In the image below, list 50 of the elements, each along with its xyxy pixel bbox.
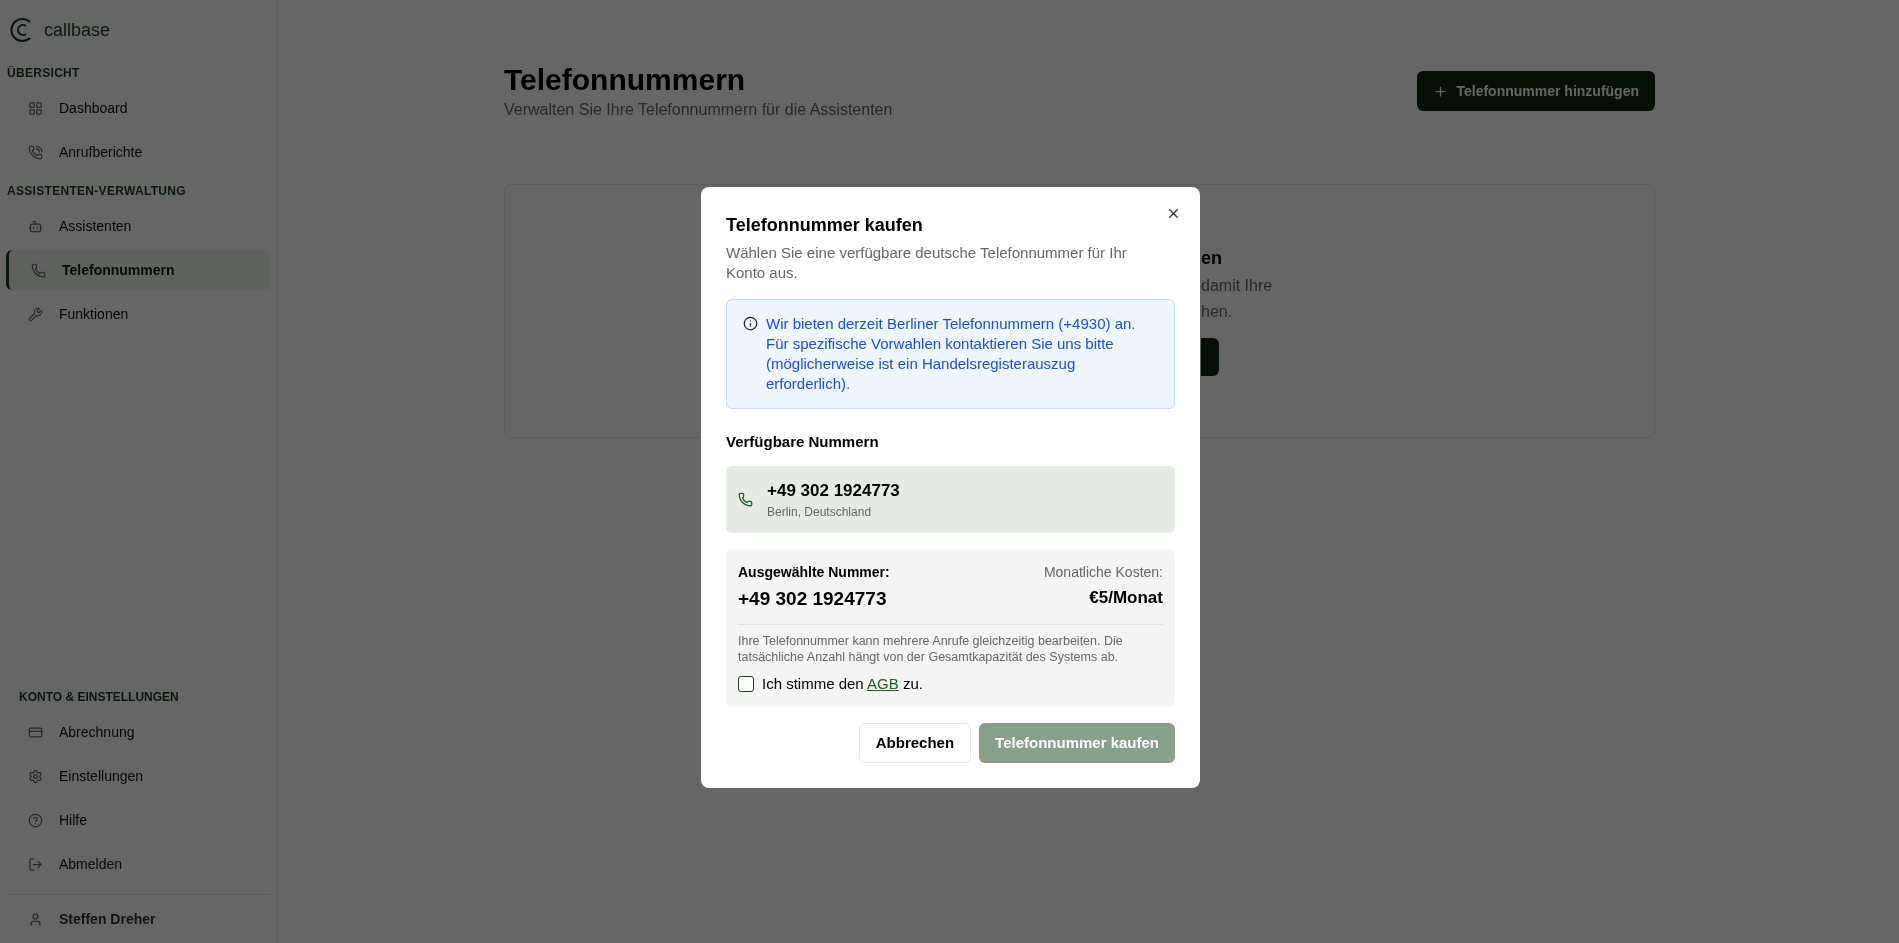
page-subtitle: Verwalten Sie Ihre Telefonnummern für die Assistenten <box>504 100 893 120</box>
sidebar-item[interactable]: Hilfe <box>6 800 271 840</box>
section-heading: ÜBERSICHT <box>6 65 81 82</box>
logout-icon <box>28 856 43 872</box>
settings-icon <box>28 768 43 784</box>
section-label: Verfügbare Nummern <box>726 432 880 452</box>
wrench-icon <box>28 306 43 322</box>
sidebar-item[interactable]: Telefonnummern <box>6 250 271 290</box>
terms-text: Ich stimme den AGB zu. <box>762 673 923 694</box>
logo-text: callbase <box>44 18 111 42</box>
location-text: Berlin, Deutschland <box>767 504 873 521</box>
empty-state-title: en <box>1201 247 1223 270</box>
grid-icon <box>28 100 43 116</box>
sidebar-item[interactable]: Einstellungen <box>6 756 271 796</box>
empty-state-text: damit Ihre <box>1201 276 1274 296</box>
sidebar-item[interactable]: Funktionen <box>6 294 271 334</box>
selected-label: Ausgewählte Nummer: <box>738 563 890 582</box>
phone-number: +49 302 1924773 <box>767 479 900 502</box>
sidebar-item[interactable]: Dashboard <box>6 88 271 128</box>
selected-number: +49 302 1924773 <box>738 587 888 611</box>
phone-icon <box>738 491 753 507</box>
dialog-title: Telefonnummer kaufen <box>726 214 924 237</box>
close-icon <box>1166 206 1181 221</box>
notice-text: Wir bieten derzeit Berliner Telefonnummern (+4930) an. Für spezifische Vorwahlen kontaktieren Sie uns bitte (möglicherweise ist ein Handelsregisterauszug erforderlich). <box>766 314 1137 394</box>
cost-label: Monatliche Kosten: <box>1043 563 1163 582</box>
page-title: Telefonnummern <box>504 62 747 98</box>
phone-call-icon <box>28 144 43 160</box>
number-option[interactable]: +49 302 1924773 Berlin, Deutschland <box>726 465 1175 533</box>
section-heading: KONTO & EINSTELLUNGEN <box>18 689 180 706</box>
dialog-description: Wählen Sie eine verfügbare deutsche Telefonnummer für Ihr Konto aus. <box>726 243 1128 283</box>
credit-card-icon <box>28 724 43 740</box>
terms-checkbox[interactable] <box>738 675 754 692</box>
robot-icon <box>28 218 43 234</box>
plus-icon <box>1433 83 1449 99</box>
phone-icon <box>31 262 46 278</box>
help-icon <box>28 812 43 828</box>
empty-state-text: hen. <box>1201 302 1234 322</box>
cancel-button[interactable]: Abbrechen <box>858 723 972 763</box>
user-menu[interactable]: Steffen Dreher <box>6 901 271 937</box>
capacity-note: Ihre Telefonnummer kann mehrere Anrufe gleichzeitig bearbeiten. Die tatsächliche Anzahl hängt von der Gesamtkapazität des Systems ab. <box>738 632 1124 665</box>
add-number-button[interactable]: Telefonnummer hinzufügen <box>1417 71 1655 111</box>
cost-value: €5/Monat <box>1089 587 1163 609</box>
sidebar-item[interactable]: Assistenten <box>6 206 271 246</box>
terms-link[interactable]: AGB <box>867 674 899 692</box>
sidebar-item[interactable]: Abrechnung <box>6 712 271 752</box>
user-icon <box>28 911 43 927</box>
info-icon <box>743 316 758 331</box>
sidebar-item[interactable]: Anrufberichte <box>6 132 271 172</box>
sidebar-item[interactable]: Abmelden <box>6 844 271 884</box>
section-heading: ASSISTENTEN-VERWALTUNG <box>6 183 187 200</box>
